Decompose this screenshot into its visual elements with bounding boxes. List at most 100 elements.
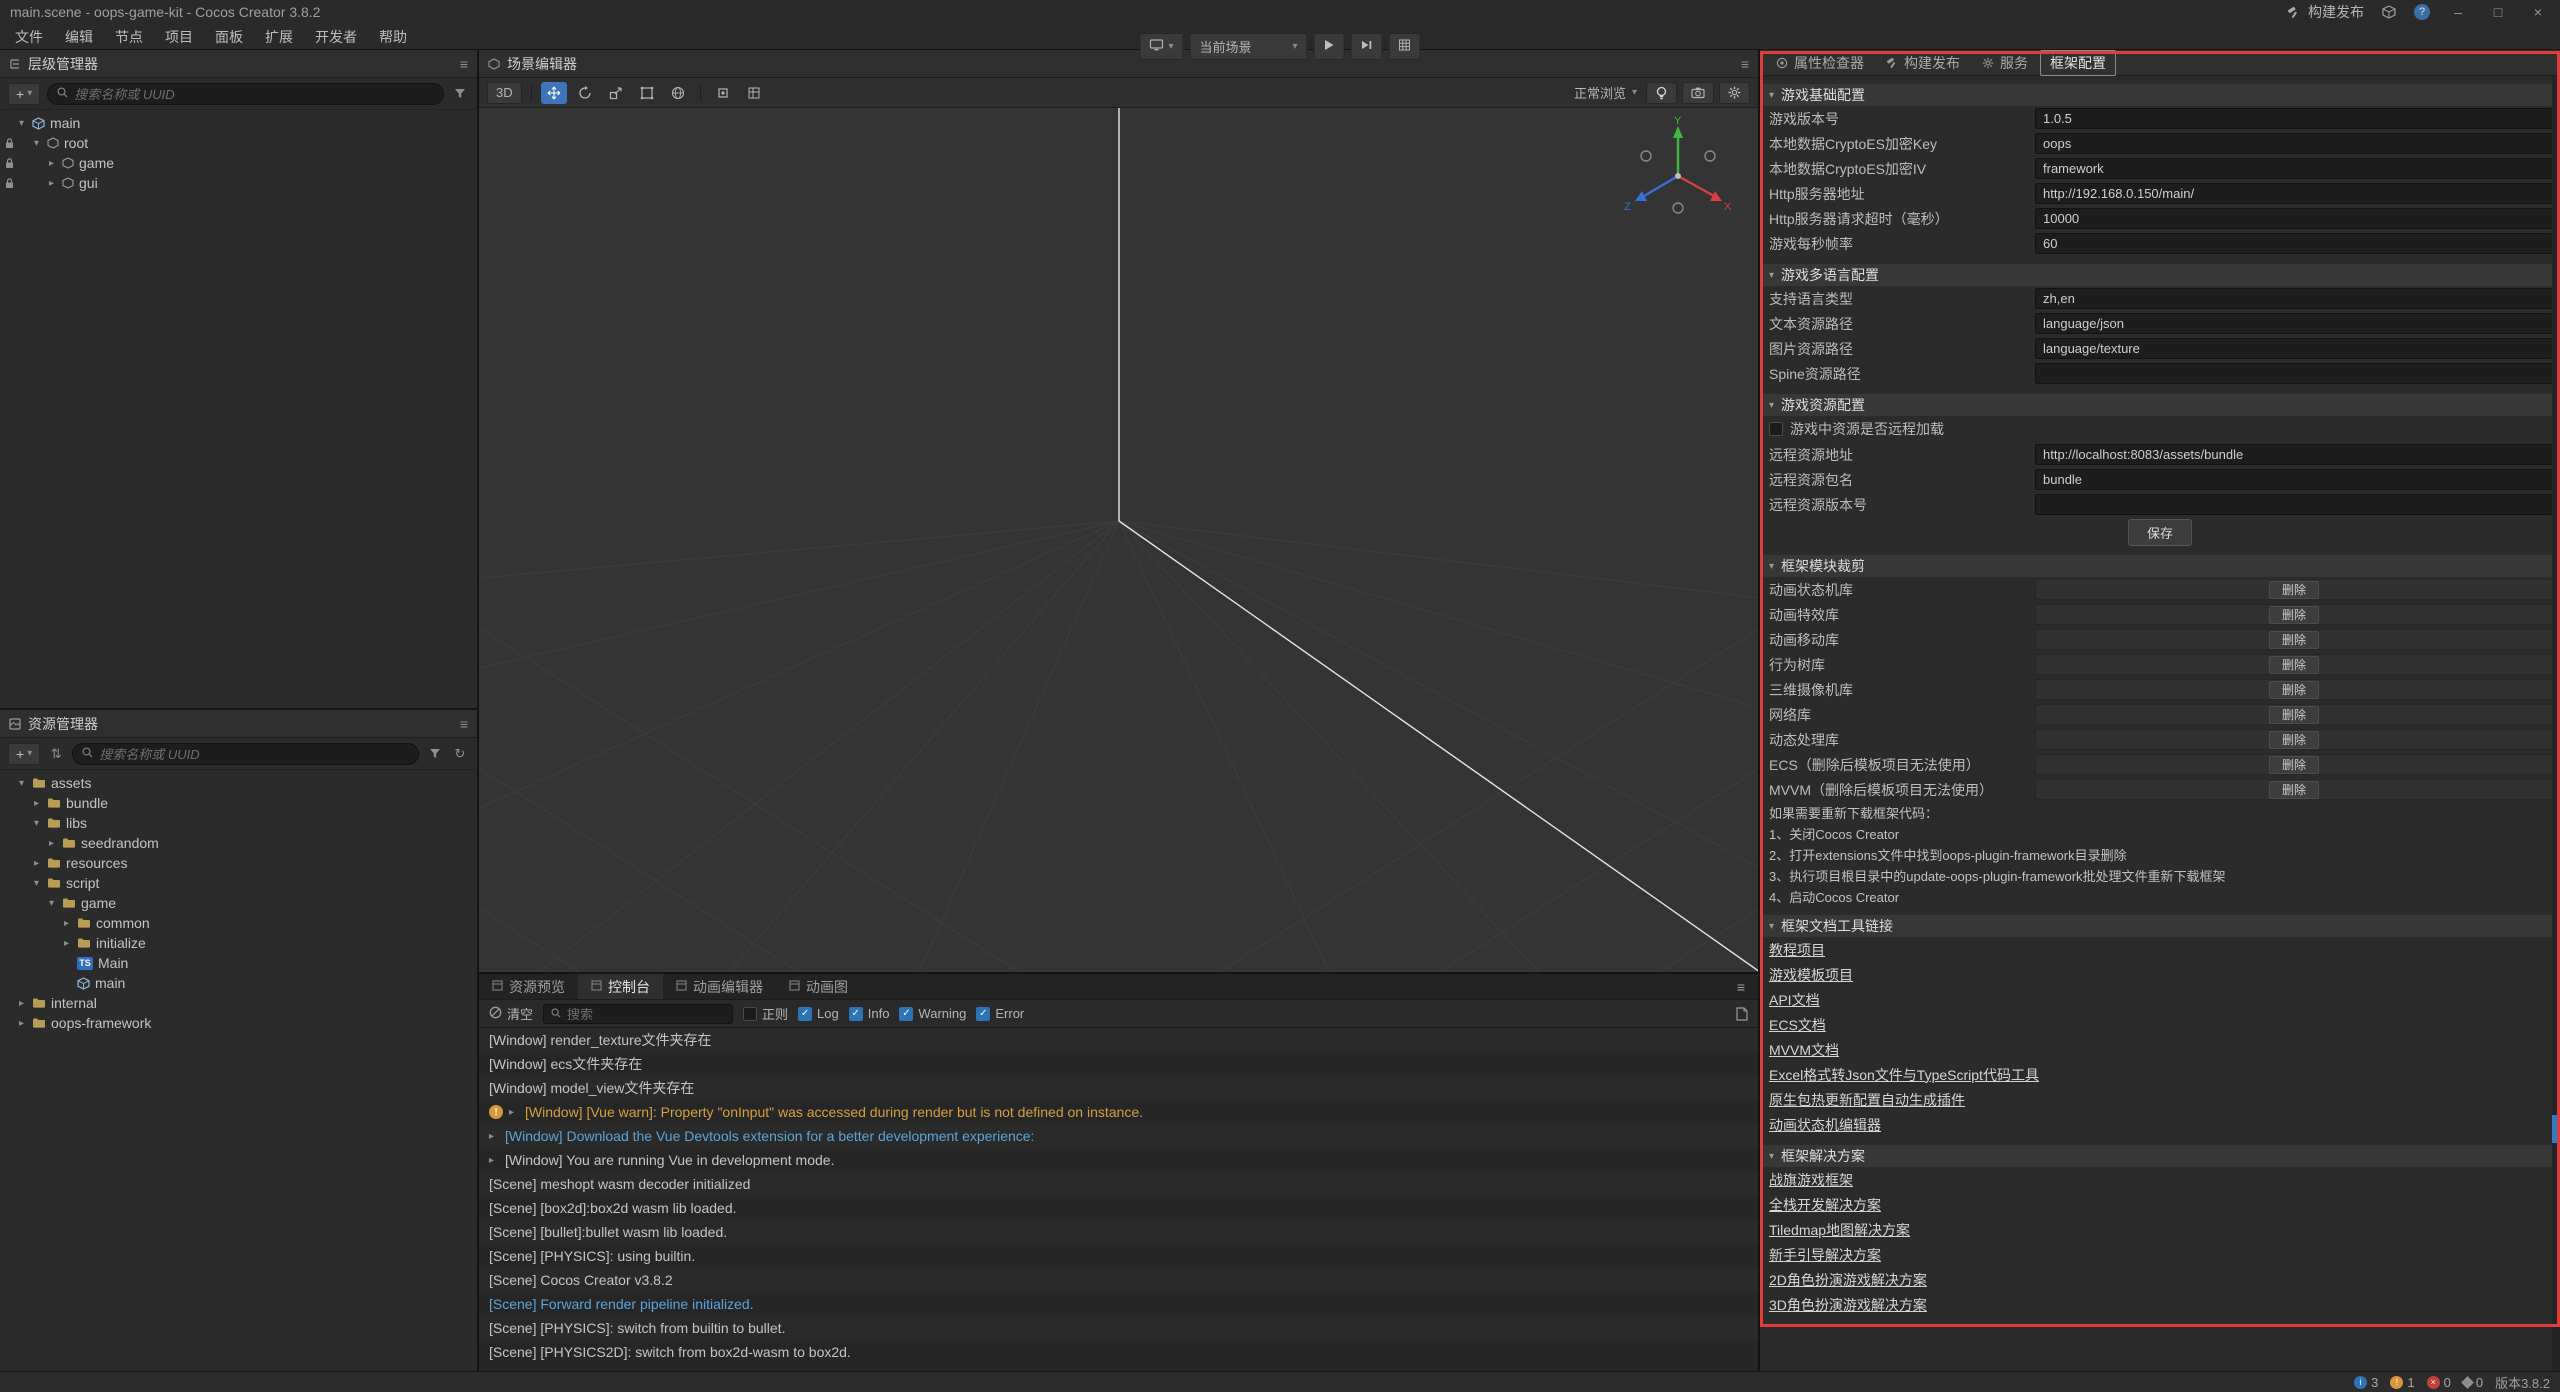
menu-项目[interactable]: 项目 <box>154 24 204 49</box>
menu-编辑[interactable]: 编辑 <box>54 24 104 49</box>
resource-input-1[interactable]: bundle <box>2035 469 2553 490</box>
console-log-row[interactable]: [Scene] [PHYSICS]: using builtin. <box>479 1244 1758 1268</box>
doc-link[interactable]: 原生包热更新配置自动生成插件 <box>1760 1087 2560 1112</box>
console-tab-资源预览[interactable]: 资源预览 <box>479 974 578 999</box>
expand-arrow-icon[interactable]: ▾ <box>46 898 57 909</box>
console-log-row[interactable]: [Scene] [box2d]:box2d wasm lib loaded. <box>479 1196 1758 1220</box>
i18n-input-2[interactable]: language/texture <box>2035 338 2553 359</box>
console-log-row[interactable]: [Window] render_texture文件夹存在 <box>479 1028 1758 1052</box>
play-button[interactable] <box>1314 33 1345 60</box>
rotate-tool-button[interactable] <box>572 82 598 104</box>
move-tool-button[interactable] <box>541 82 567 104</box>
delete-module-button[interactable]: 删除 <box>2269 656 2319 674</box>
expand-arrow-icon[interactable]: ▾ <box>16 118 27 129</box>
asset-node-resources[interactable]: ▸resources <box>0 853 477 873</box>
expand-arrow-icon[interactable]: ▸ <box>31 798 42 809</box>
console-tab-控制台[interactable]: 控制台 <box>578 974 663 999</box>
asset-node-libs[interactable]: ▾libs <box>0 813 477 833</box>
expand-arrow-icon[interactable]: ▸ <box>46 158 57 169</box>
doc-link[interactable]: Excel格式转Json文件与TypeScript代码工具 <box>1760 1062 2560 1087</box>
hierarchy-search-input[interactable]: 搜索名称或 UUID <box>47 83 444 105</box>
delete-module-button[interactable]: 删除 <box>2269 781 2319 799</box>
doc-link[interactable]: API文档 <box>1760 987 2560 1012</box>
scene-viewport[interactable]: Y X Z <box>479 108 1758 972</box>
section-i18n-config[interactable]: ▾ 游戏多语言配置 <box>1760 264 2560 286</box>
expand-arrow-icon[interactable]: ▸ <box>16 998 27 1009</box>
menu-扩展[interactable]: 扩展 <box>254 24 304 49</box>
warning-count[interactable]: ! 1 <box>2390 1375 2414 1390</box>
asset-node-Main[interactable]: TSMain <box>0 953 477 973</box>
console-log-row[interactable]: ▸[Window] You are running Vue in develop… <box>479 1148 1758 1172</box>
basic-input-2[interactable]: framework <box>2035 158 2553 179</box>
mode-3d-toggle[interactable]: 3D <box>487 82 522 104</box>
console-tab-动画图[interactable]: 动画图 <box>776 974 861 999</box>
section-resource-config[interactable]: ▾ 游戏资源配置 <box>1760 394 2560 416</box>
inspector-tab-属性检查器[interactable]: 属性检查器 <box>1766 50 1874 76</box>
assets-search-input[interactable]: 搜索名称或 UUID <box>72 743 419 765</box>
help-icon[interactable]: ? <box>2414 4 2430 20</box>
doc-link[interactable]: 教程项目 <box>1760 937 2560 962</box>
doc-link[interactable]: 动画状态机编辑器 <box>1760 1112 2560 1137</box>
error-count[interactable]: × 0 <box>2427 1375 2451 1390</box>
rect-tool-button[interactable] <box>634 82 660 104</box>
section-module-trim[interactable]: ▾ 框架模块裁剪 <box>1760 555 2560 577</box>
info-count[interactable]: i 3 <box>2354 1375 2378 1390</box>
snap-toggle-button[interactable] <box>741 82 767 104</box>
inspector-tab-服务[interactable]: 服务 <box>1972 50 2038 76</box>
hierarchy-node-gui[interactable]: ▸gui <box>0 173 477 193</box>
console-tab-动画编辑器[interactable]: 动画编辑器 <box>663 974 776 999</box>
hierarchy-node-root[interactable]: ▾root <box>0 133 477 153</box>
asset-node-seedrandom[interactable]: ▸seedrandom <box>0 833 477 853</box>
expand-arrow-icon[interactable]: ▸ <box>489 1155 499 1166</box>
sort-icon[interactable]: ⇅ <box>47 746 65 762</box>
delete-module-button[interactable]: 删除 <box>2269 706 2319 724</box>
console-log-row[interactable]: !▸[Window] [Vue warn]: Property "onInput… <box>479 1100 1758 1124</box>
hierarchy-node-main[interactable]: ▾main <box>0 113 477 133</box>
scrollbar-thumb[interactable] <box>2552 1115 2560 1143</box>
i18n-input-3[interactable] <box>2035 363 2553 384</box>
filter-icon[interactable] <box>451 88 469 99</box>
console-log-row[interactable]: [Scene] [bullet]:bullet wasm lib loaded. <box>479 1220 1758 1244</box>
inspector-tab-构建发布[interactable]: 构建发布 <box>1876 50 1970 76</box>
asset-node-internal[interactable]: ▸internal <box>0 993 477 1013</box>
panel-menu-icon[interactable]: ≡ <box>460 56 468 72</box>
console-log-row[interactable]: [Window] model_view文件夹存在 <box>479 1076 1758 1100</box>
panel-menu-icon[interactable]: ≡ <box>460 716 468 732</box>
hierarchy-node-game[interactable]: ▸game <box>0 153 477 173</box>
doc-link[interactable]: MVVM文档 <box>1760 1037 2560 1062</box>
menu-节点[interactable]: 节点 <box>104 24 154 49</box>
expand-arrow-icon[interactable]: ▾ <box>16 778 27 789</box>
section-solutions[interactable]: ▾ 框架解决方案 <box>1760 1145 2560 1167</box>
expand-arrow-icon[interactable]: ▸ <box>61 918 72 929</box>
expand-arrow-icon[interactable]: ▾ <box>31 818 42 829</box>
asset-node-initialize[interactable]: ▸initialize <box>0 933 477 953</box>
section-basic-config[interactable]: ▾ 游戏基础配置 <box>1760 84 2560 106</box>
expand-arrow-icon[interactable]: ▾ <box>31 138 42 149</box>
solution-link[interactable]: Tiledmap地图解决方案 <box>1760 1217 2560 1242</box>
regex-checkbox[interactable]: 正则 <box>743 1004 788 1023</box>
filter-icon[interactable] <box>426 748 444 759</box>
orientation-gizmo[interactable]: Y X Z <box>1618 114 1738 234</box>
save-button[interactable]: 保存 <box>2128 519 2192 546</box>
delete-module-button[interactable]: 删除 <box>2269 606 2319 624</box>
panel-menu-icon[interactable]: ≡ <box>1724 974 1758 999</box>
asset-node-bundle[interactable]: ▸bundle <box>0 793 477 813</box>
delete-module-button[interactable]: 删除 <box>2269 581 2319 599</box>
resource-input-2[interactable] <box>2035 494 2553 515</box>
console-log-row[interactable]: ▸[Window] Download the Vue Devtools exte… <box>479 1124 1758 1148</box>
solution-link[interactable]: 3D角色扮演游戏解决方案 <box>1760 1292 2560 1317</box>
maximize-button[interactable]: □ <box>2486 4 2510 20</box>
inspector-tab-框架配置[interactable]: 框架配置 <box>2040 50 2116 76</box>
resource-input-0[interactable]: http://localhost:8083/assets/bundle <box>2035 444 2553 465</box>
menu-帮助[interactable]: 帮助 <box>368 24 418 49</box>
expand-arrow-icon[interactable]: ▸ <box>46 178 57 189</box>
expand-arrow-icon[interactable]: ▸ <box>16 1018 27 1029</box>
basic-input-0[interactable]: 1.0.5 <box>2035 108 2553 129</box>
asset-node-oops-framework[interactable]: ▸oops-framework <box>0 1013 477 1033</box>
menu-开发者[interactable]: 开发者 <box>304 24 368 49</box>
expand-arrow-icon[interactable]: ▸ <box>31 858 42 869</box>
i18n-input-0[interactable]: zh,en <box>2035 288 2553 309</box>
view-mode-dropdown[interactable]: 正常浏览 ▾ <box>1570 82 1641 104</box>
delete-module-button[interactable]: 删除 <box>2269 631 2319 649</box>
expand-arrow-icon[interactable]: ▸ <box>489 1131 499 1142</box>
